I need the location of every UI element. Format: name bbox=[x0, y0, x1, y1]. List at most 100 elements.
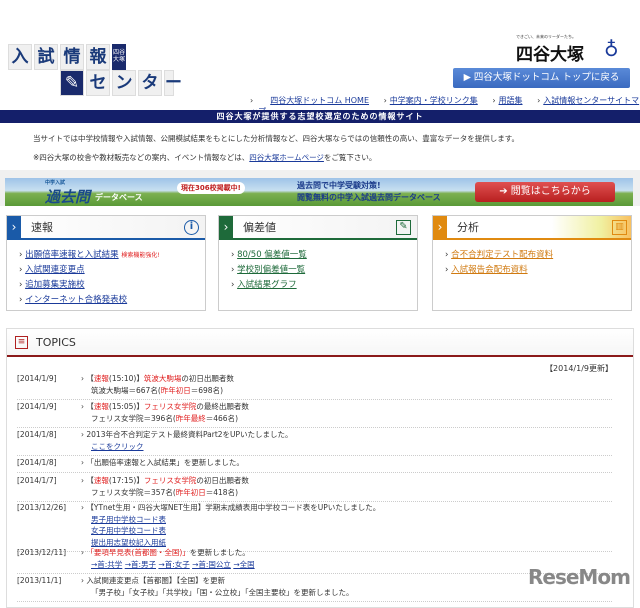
topic-text: (15:10)】 bbox=[108, 374, 144, 383]
topic-text: › 入試関連変更点【首都圏】【全国】を更新 bbox=[81, 576, 226, 585]
topic-text: の初日出願者数 bbox=[196, 476, 249, 485]
topic-date: [2013/11/1] bbox=[17, 576, 62, 585]
link-exam-changes[interactable]: 入試関連変更点 bbox=[25, 265, 85, 275]
nav-home[interactable]: 四谷大塚ドットコム HOME bbox=[270, 96, 369, 105]
brand-mark-icon: ♁ bbox=[604, 37, 619, 61]
logo-char: ー bbox=[164, 70, 182, 96]
nav-glossary[interactable]: 用語集 bbox=[499, 96, 523, 105]
logo-char: 報 bbox=[86, 44, 110, 70]
topic-link[interactable]: →首:国公立 bbox=[192, 560, 231, 569]
topic-text: 筑波大駒場 bbox=[143, 374, 182, 383]
logo-char: 情 bbox=[60, 44, 84, 70]
homepage-link[interactable]: 四谷大塚ホームページ bbox=[249, 153, 324, 162]
topic-text: 昨年初日 bbox=[160, 385, 191, 395]
topic-text: › 【 bbox=[81, 402, 94, 411]
topic-row: [2013/12/26] › 【YTnet生用・四谷大塚NET生用】学期末成績表用… bbox=[17, 502, 612, 552]
list-icon: ≡ bbox=[15, 335, 28, 349]
topic-text: ＝698名) bbox=[190, 385, 223, 395]
promo-small: 中学入試 bbox=[45, 180, 66, 186]
topic-text: 速報 bbox=[93, 402, 109, 411]
intro-text: ※四谷大塚の校舎や教材販売などの案内、イベント情報などは、 bbox=[33, 153, 250, 162]
back-to-top-button[interactable]: ▶ 四谷大塚ドットコム トップに戻る bbox=[453, 68, 630, 88]
topic-date: [2014/1/7] bbox=[17, 476, 57, 485]
topic-row: [2014/1/7] › 【速報(17:15)】フェリス女学院の初日出願者数 フェリ… bbox=[17, 475, 612, 502]
topic-row: [2014/1/9] › 【速報(15:10)】筑波大駒場の初日出願者数筑波大駒場… bbox=[17, 373, 612, 400]
topic-date: [2014/1/8] bbox=[17, 430, 57, 439]
chevron-right-icon: › bbox=[219, 216, 233, 238]
view-button[interactable]: ➔ 閲覧はこちらから bbox=[475, 182, 615, 202]
view-button-label: 閲覧はこちらから bbox=[510, 186, 591, 197]
nav-arrow-icon: › bbox=[492, 96, 496, 105]
bar-chart-icon: ▥ bbox=[612, 219, 627, 235]
topic-link[interactable]: →首:男子 bbox=[125, 560, 156, 569]
topic-text: フェリス女学院＝357名( bbox=[91, 487, 176, 497]
promo-copy: 過去問で中学受験対策! bbox=[297, 181, 381, 190]
topic-text: (17:15)】 bbox=[108, 476, 144, 485]
topic-text: を更新しました。 bbox=[189, 548, 250, 557]
promo-sub: データベース bbox=[95, 193, 143, 202]
intro-text: 当サイトでは中学校情報や入試情報、公開模試結果をもとにした分析情報など、四谷大塚… bbox=[33, 134, 519, 143]
box-flash: › 速報 i 出願倍率速報と入試結果 検索機能強化! 入試関連変更点 追加募集実施校… bbox=[6, 215, 206, 311]
topic-text: 筑波大駒場＝667名( bbox=[91, 385, 161, 395]
watermark-logo: ReseMom bbox=[528, 565, 631, 589]
arrow-circle-icon: ➔ bbox=[499, 186, 511, 197]
box-analysis: › 分析 ▥ 合不合判定テスト配布資料 入試報告会配布資料 bbox=[432, 215, 632, 311]
link-school-deviation[interactable]: 学校別偏差値一覧 bbox=[237, 265, 305, 275]
logo-mini: 四谷大塚 bbox=[112, 44, 126, 70]
topic-text: › 「出願倍率速報と入試結果」を更新しました。 bbox=[81, 458, 244, 467]
topic-link[interactable]: 提出用志望校記入用紙 bbox=[91, 538, 166, 547]
nav-arrow-icon: › bbox=[250, 96, 254, 105]
topic-date: [2013/12/26] bbox=[17, 503, 67, 512]
topic-text: 昨年最終 bbox=[175, 413, 206, 423]
topic-text: › 【 bbox=[81, 476, 94, 485]
nav-school-links[interactable]: 中学案内・学校リンク集 bbox=[390, 96, 478, 105]
topic-text: の初日出願者数 bbox=[181, 374, 234, 383]
topic-text: › 2013年合不合判定テスト最終資料Part2をUPいたしました。 bbox=[81, 430, 293, 439]
topic-link[interactable]: →全国 bbox=[233, 560, 254, 569]
topic-row: [2013/12/11] › 「要項早見表(首都圏・全国)」を更新しました。 →首:… bbox=[17, 547, 612, 574]
new-feature-note: 検索機能強化! bbox=[121, 252, 160, 259]
logo-char: セ bbox=[86, 70, 110, 96]
topic-text: フェリス女学院＝396名( bbox=[91, 413, 176, 423]
tagline-banner: 四谷大塚が提供する志望校選定のための情報サイト bbox=[0, 110, 640, 123]
topic-text: フェリス女学院 bbox=[143, 402, 197, 411]
box-title: 偏差値 bbox=[243, 221, 276, 234]
topic-date: [2014/1/9] bbox=[17, 374, 57, 383]
topic-text: 「男子校」「女子校」「共学校」「国・公立校」「全国主要校」を更新しました。 bbox=[91, 587, 354, 597]
topic-text: ＝466名) bbox=[205, 413, 238, 423]
topic-row: [2014/1/9] › 【速報(15:05)】フェリス女学院の最終出願者数 フェリ… bbox=[17, 401, 612, 428]
topic-link[interactable]: →首:女子 bbox=[158, 560, 189, 569]
topic-date: [2014/1/9] bbox=[17, 402, 57, 411]
topic-link[interactable]: 男子用中学校コード表 bbox=[91, 515, 166, 524]
topic-text: 速報 bbox=[93, 374, 109, 383]
link-additional-recruitment[interactable]: 追加募集実施校 bbox=[25, 280, 85, 290]
link-8050-deviation[interactable]: 80/50 偏差値一覧 bbox=[237, 250, 307, 260]
topic-link[interactable]: 女子用中学校コード表 bbox=[91, 526, 166, 535]
link-internet-results[interactable]: インターネット合格発表校 bbox=[25, 295, 127, 305]
topic-row: [2013/11/1] › 入試関連変更点【首都圏】【全国】を更新「男子校」「女子… bbox=[17, 575, 612, 602]
nav-arrow-icon: › bbox=[383, 96, 387, 105]
pencil-icon: ✎ bbox=[396, 219, 411, 235]
topic-text: ＝418名) bbox=[205, 487, 238, 497]
info-icon: i bbox=[184, 219, 199, 235]
topic-link[interactable]: →首:共学 bbox=[91, 560, 122, 569]
topic-text: 「要項早見表(首都圏・全国)」 bbox=[86, 548, 190, 557]
link-application-ratio[interactable]: 出願倍率速報と入試結果 bbox=[25, 250, 119, 260]
logo-char: 試 bbox=[34, 44, 58, 70]
topic-text: › 【 bbox=[81, 374, 94, 383]
link-test-materials[interactable]: 合不合判定テスト配布資料 bbox=[451, 250, 553, 260]
topic-date: [2013/12/11] bbox=[17, 548, 67, 557]
topic-link[interactable]: ここをクリック bbox=[91, 442, 144, 451]
promo-badge: 現在306校掲載中! bbox=[177, 182, 245, 194]
past-exam-banner[interactable]: 中学入試 過去問 データベース 現在306校掲載中! 過去問で中学受験対策! 閲… bbox=[5, 178, 633, 206]
chevron-right-icon: › bbox=[433, 216, 447, 238]
link-result-graph[interactable]: 入試結果グラフ bbox=[237, 280, 297, 290]
box-title: 速報 bbox=[31, 221, 53, 234]
topic-date: [2014/1/8] bbox=[17, 458, 57, 467]
link-briefing-materials[interactable]: 入試報告会配布資料 bbox=[451, 265, 528, 275]
box-deviation: › 偏差値 ✎ 80/50 偏差値一覧 学校別偏差値一覧 入試結果グラフ bbox=[218, 215, 418, 311]
topic-text: 速報 bbox=[93, 476, 109, 485]
nav-arrow-icon: › bbox=[537, 96, 541, 105]
brand-name[interactable]: 四谷大塚 bbox=[516, 40, 584, 65]
topic-text: (15:05)】 bbox=[108, 402, 144, 411]
